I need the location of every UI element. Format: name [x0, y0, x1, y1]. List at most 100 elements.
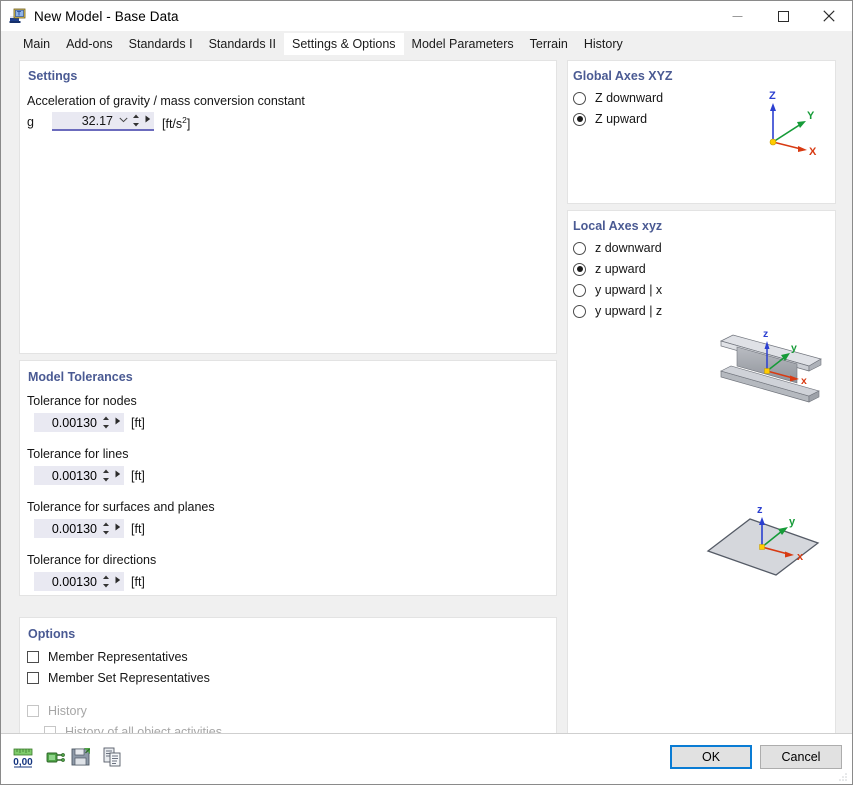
tolerance-lines-input[interactable]: 0.00130 [34, 466, 124, 485]
tolerance-surfaces-value: 0.00130 [51, 521, 97, 536]
radio-circle [573, 262, 586, 276]
model-tolerances-group: Model Tolerances Tolerance for nodes 0.0… [19, 360, 557, 596]
checkbox-box [27, 705, 39, 717]
tolerance-directions-unit: [ft] [131, 575, 145, 589]
checkbox-label: Member Set Representatives [48, 671, 210, 685]
svg-text:X: X [809, 146, 817, 157]
save-defaults-icon[interactable] [69, 745, 93, 769]
tolerance-nodes-spinner[interactable] [100, 414, 111, 431]
tab-history[interactable]: History [576, 33, 631, 55]
dialog-footer: 0,00 OK Cancel [1, 733, 852, 784]
gravity-more-button[interactable] [141, 111, 154, 130]
svg-text:y: y [789, 516, 796, 528]
svg-text:x: x [801, 375, 807, 387]
minimize-button[interactable] [714, 1, 760, 31]
tab-model-parameters[interactable]: Model Parameters [404, 33, 522, 55]
radio-circle [573, 283, 586, 297]
gravity-value: 32.17 [81, 113, 113, 128]
window-controls [714, 1, 852, 31]
window-title: New Model - Base Data [34, 8, 179, 24]
plug-icon[interactable] [43, 745, 67, 769]
tolerance-nodes-input[interactable]: 0.00130 [34, 413, 124, 432]
gravity-spinner[interactable] [130, 112, 141, 129]
options-group-title: Options [28, 627, 76, 641]
tolerance-nodes-value: 0.00130 [51, 415, 97, 430]
radio-label: y upward | x [595, 283, 663, 297]
close-button[interactable] [806, 1, 852, 31]
tolerance-surfaces-input[interactable]: 0.00130 [34, 519, 124, 538]
tolerance-directions-value: 0.00130 [51, 574, 97, 589]
tolerance-directions-input[interactable]: 0.00130 [34, 572, 124, 591]
radio-label: Z upward [595, 112, 648, 126]
settings-options-panel: Settings Acceleration of gravity / mass … [1, 56, 852, 782]
radio-circle [573, 304, 586, 318]
radio-z-downward[interactable]: Z downward [573, 91, 663, 105]
radio-z-downward-local[interactable]: z downward [573, 241, 662, 255]
radio-y-upward-z[interactable]: y upward | z [573, 304, 662, 318]
checkbox-member-set-representatives[interactable]: Member Set Representatives [27, 671, 210, 685]
tolerance-lines-unit: [ft] [131, 469, 145, 483]
tolerance-directions-more-button[interactable] [111, 572, 124, 591]
tab-settings-options[interactable]: Settings & Options [284, 33, 404, 55]
svg-text:0,00: 0,00 [13, 757, 33, 768]
global-axes-group: Global Axes XYZ Z downward Z upward Z Y … [567, 60, 836, 204]
copy-settings-icon[interactable] [100, 745, 124, 769]
tab-add-ons[interactable]: Add-ons [58, 33, 121, 55]
tolerances-group-title: Model Tolerances [28, 370, 133, 384]
tolerance-lines-spinner[interactable] [100, 467, 111, 484]
tolerance-lines-value: 0.00130 [51, 468, 97, 483]
svg-text:z: z [763, 328, 768, 340]
tolerance-lines-label: Tolerance for lines [27, 447, 129, 461]
surface-axes-diagram: z y x [698, 491, 828, 594]
checkbox-label: History [48, 704, 87, 718]
global-axes-title: Global Axes XYZ [573, 69, 673, 83]
checkbox-label: Member Representatives [48, 650, 188, 664]
title-bar: New Model - Base Data [1, 1, 852, 31]
ok-button[interactable]: OK [670, 745, 752, 769]
cancel-button[interactable]: Cancel [760, 745, 842, 769]
local-axes-title: Local Axes xyz [573, 219, 663, 233]
tolerance-directions-label: Tolerance for directions [27, 553, 157, 567]
tab-terrain[interactable]: Terrain [522, 33, 576, 55]
tolerance-nodes-label: Tolerance for nodes [27, 394, 137, 408]
decimal-places-icon[interactable]: 0,00 [11, 745, 35, 769]
radio-label: Z downward [595, 91, 664, 105]
tolerance-surfaces-unit: [ft] [131, 522, 145, 536]
svg-text:Y: Y [807, 110, 815, 122]
tolerance-surfaces-spinner[interactable] [100, 520, 111, 537]
tolerance-nodes-unit: [ft] [131, 416, 145, 430]
checkbox-box [27, 672, 39, 684]
checkbox-history: History [27, 704, 87, 718]
tolerance-surfaces-label: Tolerance for surfaces and planes [27, 500, 215, 514]
svg-text:y: y [791, 342, 797, 354]
tab-standards-ii[interactable]: Standards II [201, 33, 284, 55]
chevron-down-icon[interactable] [117, 111, 130, 130]
radio-label: z upward [595, 262, 646, 276]
maximize-button[interactable] [760, 1, 806, 31]
gravity-symbol: g [27, 115, 34, 129]
tolerance-lines-more-button[interactable] [111, 466, 124, 485]
tab-bar: Main Add-ons Standards I Standards II Se… [1, 31, 852, 56]
tolerance-directions-spinner[interactable] [100, 573, 111, 590]
radio-z-upward-local[interactable]: z upward [573, 262, 646, 276]
tolerance-nodes-more-button[interactable] [111, 413, 124, 432]
radio-circle [573, 91, 586, 105]
tab-standards-i[interactable]: Standards I [121, 33, 201, 55]
checkbox-member-representatives[interactable]: Member Representatives [27, 650, 188, 664]
gravity-label: Acceleration of gravity / mass conversio… [27, 94, 305, 108]
new-model-base-data-dialog: New Model - Base Data Main Add-ons Stand… [0, 0, 853, 785]
tolerance-surfaces-more-button[interactable] [111, 519, 124, 538]
settings-group: Settings Acceleration of gravity / mass … [19, 60, 557, 354]
tab-main[interactable]: Main [15, 33, 58, 55]
radio-circle [573, 241, 586, 255]
resize-grip[interactable] [838, 771, 848, 781]
gravity-unit: [ft/s2] [162, 115, 191, 132]
radio-z-upward[interactable]: Z upward [573, 112, 647, 126]
gravity-input[interactable]: 32.17 [52, 112, 154, 131]
radio-y-upward-x[interactable]: y upward | x [573, 283, 662, 297]
svg-text:x: x [797, 551, 804, 563]
checkbox-box [27, 651, 39, 663]
radio-label: y upward | z [595, 304, 663, 318]
app-icon [9, 7, 27, 25]
radio-circle [573, 112, 586, 126]
